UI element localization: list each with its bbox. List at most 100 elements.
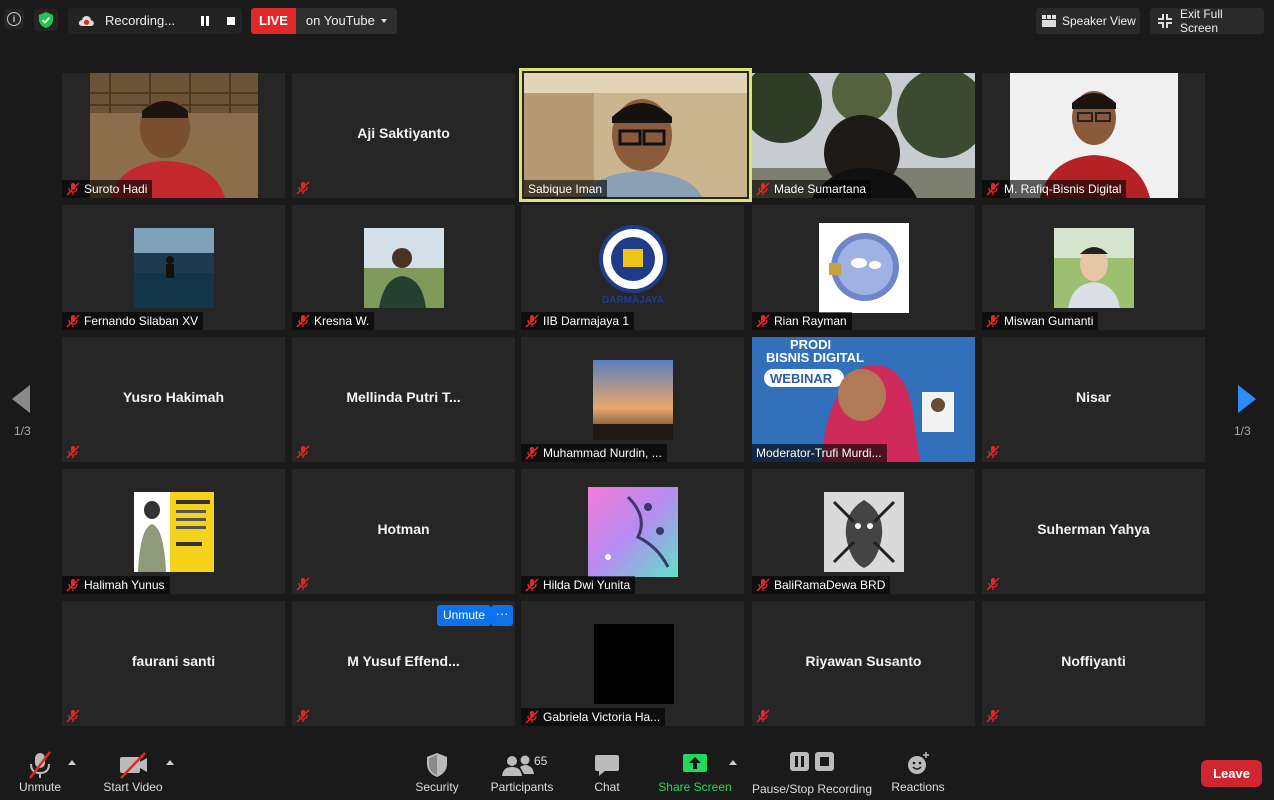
- pause-stop-recording-button[interactable]: Pause/Stop Recording: [750, 742, 874, 800]
- info-icon: i: [7, 12, 21, 26]
- live-stream-menu[interactable]: LIVE on YouTube: [251, 8, 397, 34]
- security-button[interactable]: Security: [412, 742, 462, 800]
- participant-avatar-photo: [593, 360, 673, 440]
- participant-tile[interactable]: M. Rafiq-Bisnis Digital: [982, 73, 1205, 198]
- participants-button[interactable]: 65 Participants: [488, 742, 556, 800]
- participant-name-label: M. Rafiq-Bisnis Digital: [982, 180, 1127, 198]
- darmajaya-logo: DARMAJAYA: [599, 225, 667, 306]
- participant-tile-hovered[interactable]: Unmute ··· M Yusuf Effend...: [292, 601, 515, 726]
- participant-name: Moderator-Trufi Murdi...: [756, 446, 882, 460]
- participant-name-label: Made Sumartana: [752, 180, 872, 198]
- speaker-view-button[interactable]: Speaker View: [1036, 8, 1140, 34]
- page-indicator-left: 1/3: [14, 424, 31, 438]
- meeting-controls-toolbar: Unmute Start Video Security 65 Participa…: [0, 742, 1274, 800]
- muted-mic-icon: [296, 314, 310, 328]
- pause-recording-icon[interactable]: [200, 16, 210, 26]
- share-screen-arrow-icon: [683, 754, 707, 772]
- previous-page-arrow-icon[interactable]: [12, 385, 30, 413]
- participant-tile[interactable]: Rian Rayman: [752, 205, 975, 330]
- participant-tile[interactable]: Hilda Dwi Yunita: [521, 469, 744, 594]
- icon-slot: [587, 750, 627, 780]
- participant-tile[interactable]: PRODI BISNIS DIGITAL WEBINAR Moderator-T…: [752, 337, 975, 462]
- participant-tile[interactable]: Gabriela Victoria Ha...: [521, 601, 744, 726]
- participant-name-label: Gabriela Victoria Ha...: [521, 708, 666, 726]
- participant-tile[interactable]: Yusro Hakimah: [62, 337, 285, 462]
- participant-tile[interactable]: Fernando Silaban XV: [62, 205, 285, 330]
- participant-tile[interactable]: Mellinda Putri T...: [292, 337, 515, 462]
- muted-mic-icon: [525, 446, 539, 460]
- muted-mic-icon: [756, 314, 770, 328]
- participant-avatar-photo: [134, 492, 214, 572]
- participant-name: Hilda Dwi Yunita: [543, 578, 631, 592]
- participant-name: Miswan Gumanti: [1004, 314, 1094, 328]
- exit-full-screen-label: Exit Full Screen: [1180, 7, 1223, 35]
- participant-tile[interactable]: faurani santi: [62, 601, 285, 726]
- muted-mic-icon: [296, 445, 310, 459]
- participant-display-name: Aji Saktiyanto: [357, 125, 450, 141]
- muted-mic-icon: [66, 578, 80, 592]
- webinar-slide-line2: BISNIS DIGITAL: [766, 350, 864, 365]
- exit-full-screen-button[interactable]: Exit Full Screen: [1150, 7, 1264, 35]
- participant-display-name: Noffiyanti: [1061, 653, 1126, 669]
- participant-display-name: faurani santi: [131, 653, 216, 669]
- next-page-arrow-icon[interactable]: [1238, 385, 1256, 413]
- participant-tile[interactable]: Muhammad Nurdin, ...: [521, 337, 744, 462]
- video-options-caret-icon[interactable]: [166, 760, 174, 765]
- participant-tile[interactable]: Suroto Hadi: [62, 73, 285, 198]
- participants-label: Participants: [490, 780, 554, 794]
- video-off-icon: [120, 752, 147, 779]
- start-video-label: Start Video: [103, 780, 163, 794]
- participant-tile[interactable]: Nisar: [982, 337, 1205, 462]
- participant-tile[interactable]: DARMAJAYA IIB Darmajaya 1: [521, 205, 744, 330]
- live-target-dropdown[interactable]: on YouTube: [295, 8, 397, 34]
- icon-slot: [417, 750, 457, 780]
- participant-tile[interactable]: Noffiyanti: [982, 601, 1205, 726]
- participant-tile[interactable]: Made Sumartana: [752, 73, 975, 198]
- participant-tile[interactable]: Hotman: [292, 469, 515, 594]
- share-screen-button[interactable]: Share Screen: [658, 742, 732, 800]
- muted-mic-icon: [525, 710, 539, 724]
- participant-name: Kresna W.: [314, 314, 370, 328]
- participant-name-label: BaliRamaDewa BRD: [752, 576, 891, 594]
- chat-button[interactable]: Chat: [587, 742, 627, 800]
- participant-tile[interactable]: BaliRamaDewa BRD: [752, 469, 975, 594]
- shield-icon: [427, 753, 447, 777]
- participant-display-name: Mellinda Putri T...: [346, 389, 461, 405]
- muted-mic-icon: [986, 182, 1000, 196]
- participant-tile[interactable]: Aji Saktiyanto: [292, 73, 515, 198]
- audio-options-caret-icon[interactable]: [68, 760, 76, 765]
- muted-mic-icon: [525, 314, 539, 328]
- muted-mic-icon: [756, 182, 770, 196]
- encryption-shield-button[interactable]: [34, 9, 58, 31]
- participant-avatar-photo: [1054, 228, 1134, 308]
- muted-mic-icon: [986, 577, 1000, 591]
- participant-tile[interactable]: Halimah Yunus: [62, 469, 285, 594]
- participant-name: Halimah Yunus: [84, 578, 165, 592]
- tile-unmute-button[interactable]: Unmute: [437, 605, 492, 626]
- stop-recording-icon[interactable]: [227, 17, 235, 25]
- icon-slot: [113, 750, 153, 780]
- tile-more-options-button[interactable]: ···: [491, 605, 513, 626]
- participant-name-label: Halimah Yunus: [62, 576, 170, 594]
- participant-name-label: Miswan Gumanti: [982, 312, 1099, 330]
- muted-mic-icon: [986, 709, 1000, 723]
- recording-label: Recording...: [105, 13, 176, 28]
- unmute-label: Unmute: [18, 780, 62, 794]
- start-video-button[interactable]: Start Video: [100, 742, 166, 800]
- participant-tile[interactable]: Suherman Yahya: [982, 469, 1205, 594]
- participant-tile[interactable]: Miswan Gumanti: [982, 205, 1205, 330]
- participant-tile-active-speaker[interactable]: Sabique Iman: [519, 68, 752, 202]
- participant-tile[interactable]: Riyawan Susanto: [752, 601, 975, 726]
- reactions-button[interactable]: Reactions: [888, 742, 948, 800]
- meeting-info-button[interactable]: i: [4, 9, 24, 29]
- participant-name: Rian Rayman: [774, 314, 847, 328]
- muted-mic-icon: [66, 182, 80, 196]
- reactions-smiley-icon: [908, 752, 929, 774]
- participant-name: BaliRamaDewa BRD: [774, 578, 886, 592]
- leave-meeting-button[interactable]: Leave: [1201, 760, 1262, 787]
- unmute-button[interactable]: Unmute: [14, 742, 66, 800]
- participant-tile[interactable]: Kresna W.: [292, 205, 515, 330]
- share-options-caret-icon[interactable]: [729, 760, 737, 765]
- pause-stop-recording-label: Pause/Stop Recording: [751, 782, 873, 796]
- muted-mic-icon: [756, 709, 770, 723]
